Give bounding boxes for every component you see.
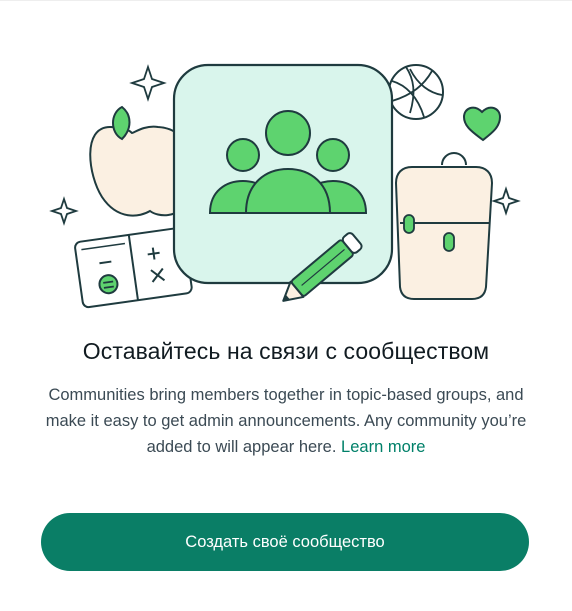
- backpack-icon: [394, 152, 494, 300]
- empty-state-description: Communities bring members together in to…: [30, 382, 542, 460]
- communities-empty-state: Оставайтесь на связи с сообществом Commu…: [0, 0, 572, 611]
- heart-icon: [462, 106, 502, 142]
- description-text: Communities bring members together in to…: [45, 386, 527, 456]
- empty-state-title: Оставайтесь на связи с сообществом: [82, 338, 490, 364]
- create-community-button[interactable]: Создать своё сообщество: [41, 513, 529, 571]
- communities-illustration: [49, 63, 521, 309]
- top-divider: [0, 0, 572, 1]
- volleyball-icon: [388, 64, 444, 120]
- learn-more-link[interactable]: Learn more: [341, 438, 425, 456]
